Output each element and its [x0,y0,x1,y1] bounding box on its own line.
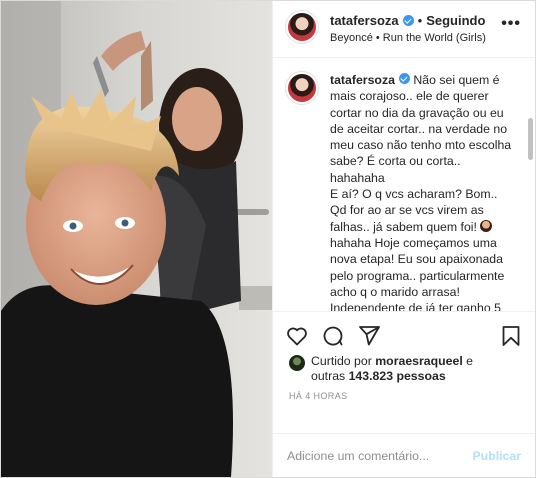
comment-icon[interactable] [321,324,345,348]
bookmark-icon[interactable] [499,324,523,348]
likes-count[interactable]: 143.823 pessoas [349,369,446,383]
share-icon[interactable] [357,324,381,348]
audio-link[interactable]: Beyoncé • Run the World (Girls) [330,32,486,44]
post-timestamp[interactable]: HÁ 4 HORAS [273,384,535,401]
caption-avatar[interactable] [286,72,318,104]
comment-box: Publicar [273,433,535,477]
separator-dot: • [417,13,423,28]
post-side-panel: tatafersoza • Seguindo Beyoncé • Run the… [272,1,535,477]
more-icon[interactable]: ••• [501,15,521,33]
caption-paragraph-1: Não sei quem é mais corajoso.. ele de qu… [330,73,512,185]
heart-icon[interactable] [285,324,309,348]
verified-icon [402,15,414,26]
verified-icon [398,73,410,84]
liked-prefix: Curtido por [311,354,376,368]
post-header: tatafersoza • Seguindo Beyoncé • Run the… [273,1,535,58]
likes-summary: Curtido por moraesraqueel e outras 143.8… [273,350,535,384]
header-text: tatafersoza • Seguindo Beyoncé • Run the… [330,13,486,44]
liked-by-user[interactable]: moraesraqueel [375,354,463,368]
comment-input[interactable] [287,448,473,463]
caption-area: tatafersoza Não sei quem é mais corajoso… [273,58,535,311]
publish-button[interactable]: Publicar [472,449,521,463]
woman-emoji-icon [480,219,493,232]
action-bar [273,312,535,350]
following-button[interactable]: Seguindo [426,13,485,28]
post-actions: Curtido por moraesraqueel e outras 143.8… [273,311,535,433]
liked-and: e [462,354,474,368]
caption-username[interactable]: tatafersoza [330,73,395,87]
username-link[interactable]: tatafersoza [330,13,399,28]
post-video[interactable] [1,1,272,477]
caption-paragraph-2a: E aí? O q vcs acharam? Bom.. Qd for ao a… [330,187,498,234]
liked-others-prefix: outras [311,369,349,383]
video-frame [1,1,272,477]
caption-text: tatafersoza Não sei quem é mais corajoso… [330,72,516,311]
liked-by-avatar[interactable] [289,355,305,371]
post-modal: tatafersoza • Seguindo Beyoncé • Run the… [0,0,536,478]
caption-scrollbar[interactable] [528,118,533,160]
caption-paragraph-2b: hahaha Hoje começamos uma nova etapa! Eu… [330,235,505,311]
avatar[interactable] [286,11,318,43]
